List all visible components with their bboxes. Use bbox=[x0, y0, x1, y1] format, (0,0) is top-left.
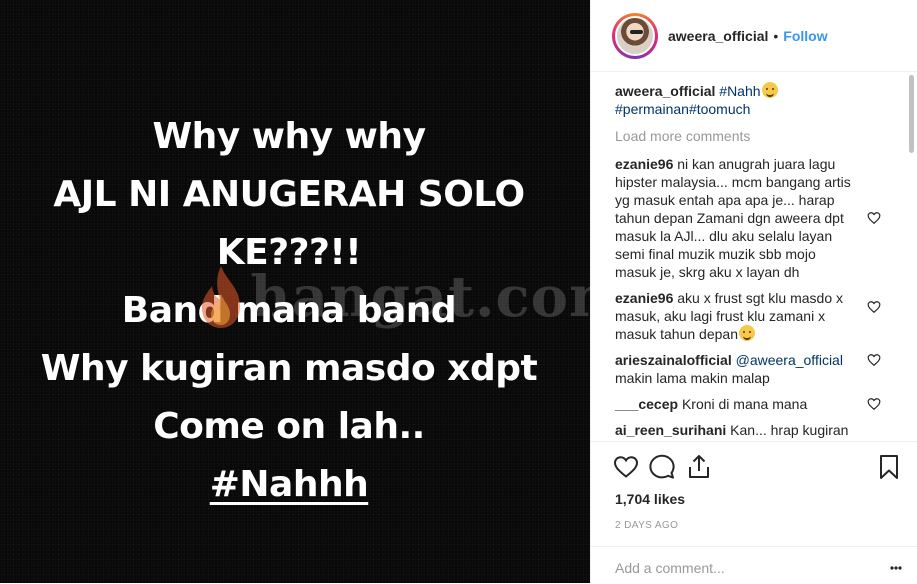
caption-hashtag[interactable]: #Nahh bbox=[719, 83, 760, 99]
comment-text: ni kan anugrah juara lagu hipster malays… bbox=[615, 156, 851, 280]
comment-like-heart-icon[interactable] bbox=[867, 397, 881, 411]
grinning-face-emoji-icon bbox=[738, 325, 755, 341]
image-line-4: Band mana band bbox=[121, 290, 457, 331]
comment-item: ___cecep Kroni di mana mana bbox=[615, 395, 891, 413]
comment-item: ezanie96 ni kan anugrah juara lagu hipst… bbox=[615, 155, 891, 281]
follow-button[interactable]: Follow bbox=[783, 28, 827, 44]
comment-text: Kroni di mana mana bbox=[681, 396, 808, 412]
like-count[interactable]: 1,704 likes bbox=[615, 491, 685, 507]
image-hashtag: #Nahhh bbox=[209, 464, 369, 505]
post-sidebar: aweera_official • Follow aweera_official… bbox=[590, 0, 917, 583]
load-more-comments-button[interactable]: Load more comments bbox=[615, 127, 891, 145]
comment-item: ezanie96 aku x frust sgt klu masdo x mas… bbox=[615, 289, 891, 343]
comments-scrollbar[interactable] bbox=[909, 73, 915, 441]
comment-item: ai_reen_surihani Kan... hrap kugiran bbox=[615, 421, 891, 439]
add-comment-bar bbox=[591, 546, 917, 584]
image-line-2: AJL NI ANUGERAH SOLO bbox=[53, 174, 525, 215]
post-header: aweera_official • Follow bbox=[591, 0, 917, 72]
add-comment-input[interactable] bbox=[615, 558, 855, 578]
comment-username[interactable]: ai_reen_surihani bbox=[615, 422, 726, 438]
avatar-image bbox=[615, 15, 655, 56]
image-line-5: Why kugiran masdo xdpt bbox=[40, 348, 538, 389]
comment-icon[interactable] bbox=[649, 454, 675, 480]
caption-hashtag[interactable]: #toomuch bbox=[689, 101, 750, 117]
comment-item: arieszainalofficial @aweera_official mak… bbox=[615, 351, 891, 387]
post-image[interactable]: Why why why AJL NI ANUGERAH SOLO KE???!!… bbox=[0, 0, 590, 583]
post-actions: 1,704 likes 2 DAYS AGO bbox=[591, 441, 917, 583]
comment-like-heart-icon[interactable] bbox=[867, 353, 881, 367]
comments-list[interactable]: aweera_official #Nahh #permainan#toomuch… bbox=[591, 73, 907, 441]
comment-username[interactable]: arieszainalofficial bbox=[615, 352, 732, 368]
scrollbar-thumb[interactable] bbox=[909, 75, 914, 153]
header-username[interactable]: aweera_official bbox=[668, 28, 768, 44]
post-icon[interactable] bbox=[887, 559, 905, 577]
bookmark-icon[interactable] bbox=[876, 454, 902, 480]
avatar[interactable] bbox=[612, 12, 658, 59]
image-text: Why why why AJL NI ANUGERAH SOLO KE???!!… bbox=[0, 108, 578, 514]
image-line-7: #Nahhh bbox=[0, 456, 578, 514]
comment-like-heart-icon[interactable] bbox=[867, 211, 881, 225]
post-caption: aweera_official #Nahh #permainan#toomuch bbox=[615, 82, 891, 118]
caption-hashtag[interactable]: #permainan bbox=[615, 101, 689, 117]
image-line-6: Come on lah.. bbox=[153, 406, 425, 447]
image-line-3: KE???!! bbox=[216, 232, 362, 273]
comment-like-heart-icon[interactable] bbox=[867, 300, 881, 314]
caption-username[interactable]: aweera_official bbox=[615, 83, 715, 99]
action-icon-row bbox=[591, 442, 917, 492]
heart-icon[interactable] bbox=[613, 454, 639, 480]
upside-down-face-emoji-icon bbox=[761, 82, 778, 98]
comment-text: makin lama makin malap bbox=[615, 370, 770, 386]
comment-mention[interactable]: @aweera_official bbox=[736, 352, 843, 368]
comment-text: Kan... hrap kugiran bbox=[730, 422, 849, 438]
image-line-1: Why why why bbox=[152, 116, 426, 157]
comment-username[interactable]: ezanie96 bbox=[615, 156, 673, 172]
instagram-post: Why why why AJL NI ANUGERAH SOLO KE???!!… bbox=[0, 0, 917, 583]
post-timestamp[interactable]: 2 DAYS AGO bbox=[615, 520, 678, 531]
comment-username[interactable]: ezanie96 bbox=[615, 290, 673, 306]
comment-username[interactable]: ___cecep bbox=[615, 396, 678, 412]
share-icon[interactable] bbox=[686, 454, 712, 480]
header-separator: • bbox=[773, 27, 779, 44]
